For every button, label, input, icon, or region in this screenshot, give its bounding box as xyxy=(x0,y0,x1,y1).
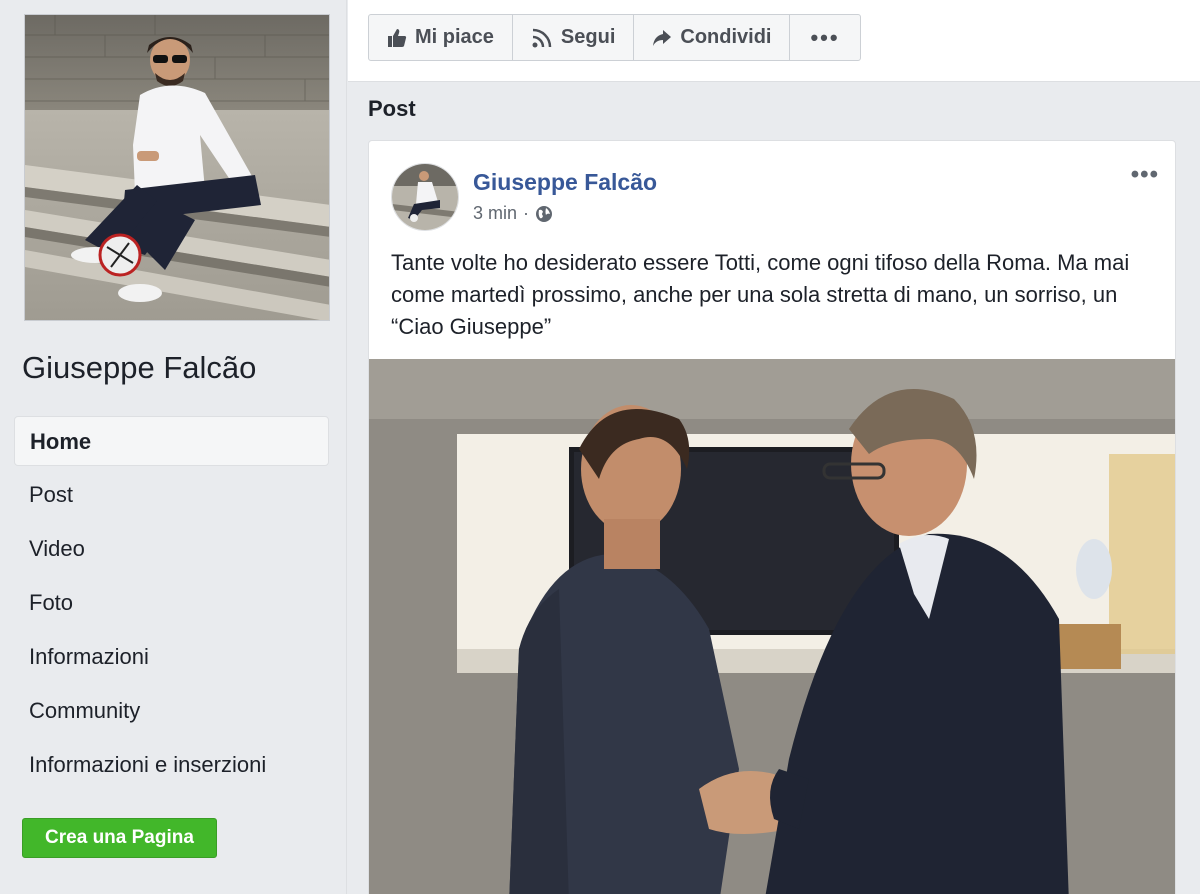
like-button[interactable]: Mi piace xyxy=(369,15,513,60)
post-timestamp[interactable]: 3 min xyxy=(473,203,517,224)
page-action-bar: Mi piace Segui Condividi ••• xyxy=(348,0,1200,82)
nav-item-informazioni[interactable]: Informazioni xyxy=(14,632,329,682)
more-options-button[interactable]: ••• xyxy=(790,15,859,60)
post-meta: 3 min · xyxy=(473,203,553,224)
profile-photo[interactable] xyxy=(24,14,330,321)
share-label: Condividi xyxy=(680,26,772,48)
nav-item-community[interactable]: Community xyxy=(14,686,329,736)
post-photo[interactable] xyxy=(369,359,1175,894)
main-column: Mi piace Segui Condividi ••• Post Giusep… xyxy=(348,0,1200,894)
nav-item-video[interactable]: Video xyxy=(14,524,329,574)
profile-name[interactable]: Giuseppe Falcão xyxy=(22,350,256,386)
share-arrow-icon xyxy=(653,29,672,46)
page-nav: Home Post Video Foto Informazioni Commun… xyxy=(14,416,329,794)
follow-label: Segui xyxy=(560,26,616,48)
nav-item-home[interactable]: Home xyxy=(14,416,329,466)
share-button[interactable]: Condividi xyxy=(634,15,791,60)
post-author-avatar[interactable] xyxy=(391,163,459,231)
follow-button[interactable]: Segui xyxy=(513,15,635,60)
left-sidebar: Giuseppe Falcão Home Post Video Foto Inf… xyxy=(0,0,347,894)
nav-item-foto[interactable]: Foto xyxy=(14,578,329,628)
post-options-button[interactable]: ••• xyxy=(1131,161,1159,189)
rss-icon xyxy=(532,28,552,47)
post-card: Giuseppe Falcão 3 min · ••• Tante volte … xyxy=(368,140,1176,894)
post-author-name[interactable]: Giuseppe Falcão xyxy=(473,169,657,196)
nav-item-post[interactable]: Post xyxy=(14,470,329,520)
meta-separator: · xyxy=(523,203,530,223)
thumbs-up-icon xyxy=(388,28,407,47)
globe-icon[interactable] xyxy=(535,205,553,223)
post-text: Tante volte ho desiderato essere Totti, … xyxy=(391,250,1130,339)
like-label: Mi piace xyxy=(415,26,494,48)
create-page-button[interactable]: Crea una Pagina xyxy=(22,818,217,858)
nav-item-info-ads[interactable]: Informazioni e inserzioni xyxy=(14,740,329,790)
page-actions: Mi piace Segui Condividi ••• xyxy=(368,14,861,61)
section-title: Post xyxy=(368,96,416,121)
